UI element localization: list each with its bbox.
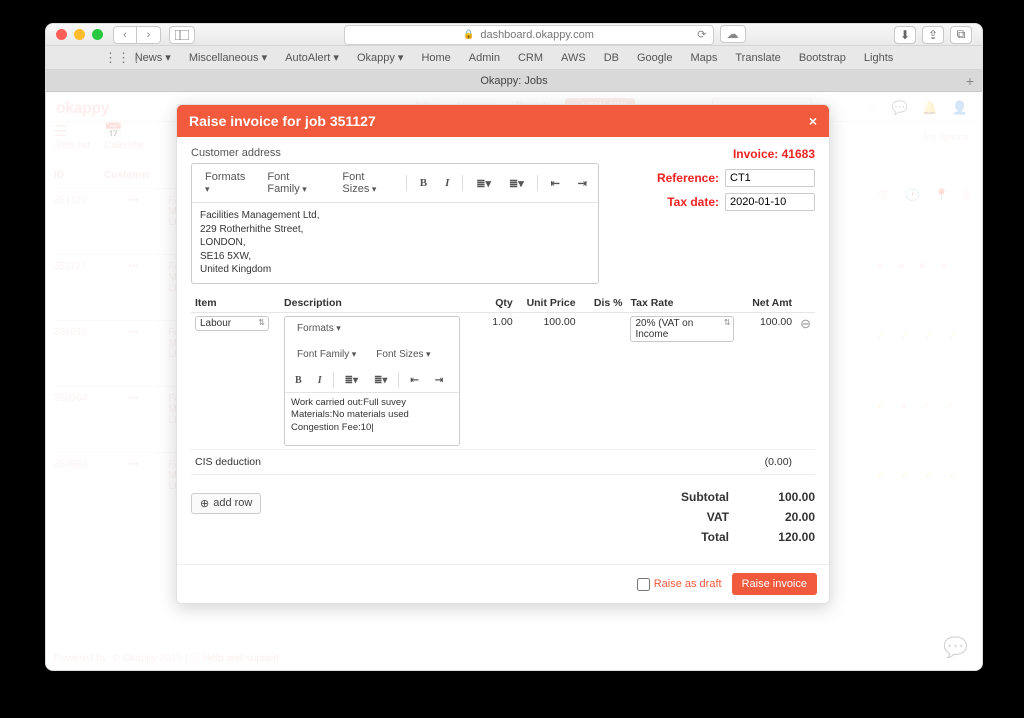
bookmark-item[interactable]: Miscellaneous ▾	[189, 51, 267, 64]
raise-invoice-button[interactable]: Raise invoice	[732, 573, 817, 595]
raise-invoice-modal: Raise invoice for job 351127 × Customer …	[176, 104, 830, 604]
forward-button[interactable]: ›	[137, 26, 161, 44]
col-qty: Qty	[464, 294, 517, 313]
col-net: Net Amt	[738, 294, 796, 313]
price-cell[interactable]: 100.00	[517, 312, 580, 449]
fontfamily-dropdown[interactable]: Font Family	[260, 168, 327, 198]
tab-bar: Okappy: Jobs +	[46, 70, 982, 92]
number-list-icon[interactable]: ≣▾	[504, 174, 529, 193]
bookmark-item[interactable]: Home	[421, 52, 450, 64]
tabs-icon[interactable]: ⧉	[950, 26, 972, 44]
reload-icon[interactable]: ⟳	[697, 28, 706, 41]
bullet-list-icon[interactable]: ≣▾	[471, 174, 496, 193]
dis-cell[interactable]	[580, 312, 627, 449]
totals-block: Subtotal100.00 VAT20.00 Total120.00	[669, 487, 815, 547]
tab-title[interactable]: Okappy: Jobs	[480, 75, 547, 87]
net-cell: 100.00	[738, 312, 796, 449]
draft-checkbox-input[interactable]	[637, 578, 650, 591]
invoice-number: Invoice: 41683	[615, 147, 815, 161]
raise-as-draft-checkbox[interactable]: Raise as draft	[637, 578, 722, 591]
url-bar[interactable]: 🔒 dashboard.okappy.com ⟳	[344, 25, 714, 45]
desc-fontsize-dropdown[interactable]: Font Sizes	[369, 346, 437, 363]
bookmark-item[interactable]: Translate	[735, 52, 780, 64]
cis-row: CIS deduction (0.00)	[191, 449, 815, 474]
add-row-button[interactable]: ⊕ add row	[191, 493, 261, 514]
desc-indent-icon[interactable]: ⇥	[430, 372, 448, 389]
desc-number-icon[interactable]: ≣▾	[369, 372, 392, 389]
page-content: okappy Jobs Invoices Reports + NEW JOB ⇧…	[46, 92, 982, 670]
modal-header: Raise invoice for job 351127 ×	[177, 105, 829, 137]
formats-dropdown[interactable]: Formats	[198, 168, 252, 198]
close-window-icon[interactable]	[56, 29, 67, 40]
sidebar-toggle-icon[interactable]	[169, 26, 195, 44]
taxdate-input[interactable]	[725, 193, 815, 211]
titlebar: ‹ › 🔒 dashboard.okappy.com ⟳ ☁ ⬇ ⇪ ⧉	[46, 24, 982, 46]
toolbar-right: ⬇ ⇪ ⧉	[894, 26, 972, 44]
item-select[interactable]: Labour	[195, 316, 269, 331]
downloads-icon[interactable]: ⬇	[894, 26, 916, 44]
outdent-icon[interactable]: ⇤	[546, 174, 565, 193]
maximize-window-icon[interactable]	[92, 29, 103, 40]
bookmark-item[interactable]: Okappy ▾	[357, 51, 404, 64]
address-textarea[interactable]: Facilities Management Ltd, 229 Rotherhit…	[192, 203, 598, 283]
delete-row-icon[interactable]: ⊖	[800, 316, 811, 331]
desc-bullet-icon[interactable]: ≣▾	[340, 372, 363, 389]
desc-fontfam-dropdown[interactable]: Font Family	[290, 346, 363, 363]
taxdate-label: Tax date:	[667, 195, 719, 209]
desc-italic-icon[interactable]: I	[313, 372, 327, 389]
col-dis: Dis %	[580, 294, 627, 313]
share-icon[interactable]: ⇪	[922, 26, 944, 44]
italic-icon[interactable]: I	[440, 174, 454, 192]
indent-icon[interactable]: ⇥	[573, 174, 592, 193]
new-tab-icon[interactable]: +	[966, 73, 974, 89]
cloud-icon[interactable]: ☁	[720, 25, 746, 43]
address-label: Customer address	[191, 147, 599, 159]
modal-footer: Raise as draft Raise invoice	[177, 564, 829, 603]
address-toolbar: Formats Font Family Font Sizes B I ≣▾ ≣▾	[192, 164, 598, 203]
bookmark-item[interactable]: AWS	[561, 52, 586, 64]
description-textarea[interactable]: Work carried out:Full suvey Materials:No…	[285, 393, 459, 445]
bookmark-item[interactable]: CRM	[518, 52, 543, 64]
bookmark-item[interactable]: AutoAlert ▾	[285, 51, 339, 64]
reference-input[interactable]	[725, 169, 815, 187]
plus-circle-icon: ⊕	[200, 497, 209, 510]
col-item: Item	[191, 294, 280, 313]
cis-value: (0.00)	[738, 449, 796, 474]
qty-cell[interactable]: 1.00	[464, 312, 517, 449]
bookmark-item[interactable]: DB	[604, 52, 619, 64]
bookmark-item[interactable]: Maps	[690, 52, 717, 64]
bookmark-item[interactable]: Lights	[864, 52, 893, 64]
tax-select[interactable]: 20% (VAT on Income	[630, 316, 734, 342]
desc-outdent-icon[interactable]: ⇤	[405, 372, 423, 389]
panel-icon	[175, 30, 189, 40]
bookmarks-bar: ⋮⋮⋮ News ▾ Miscellaneous ▾ AutoAlert ▾ O…	[46, 46, 982, 70]
apps-grid-icon[interactable]: ⋮⋮⋮	[104, 50, 143, 66]
fontsize-dropdown[interactable]: Font Sizes	[335, 168, 398, 198]
back-button[interactable]: ‹	[113, 26, 137, 44]
col-tax: Tax Rate	[626, 294, 738, 313]
bookmark-item[interactable]: Bootstrap	[799, 52, 846, 64]
traffic-lights	[56, 29, 103, 40]
modal-title: Raise invoice for job 351127	[189, 113, 376, 129]
bookmark-item[interactable]: Admin	[469, 52, 500, 64]
desc-formats-dropdown[interactable]: Formats	[290, 320, 348, 337]
line-item-row: Labour Formats Font Family Font Sizes	[191, 312, 815, 449]
cis-label: CIS deduction	[191, 449, 738, 474]
col-price: Unit Price	[517, 294, 580, 313]
description-editor: Formats Font Family Font Sizes B I	[284, 316, 460, 446]
bookmark-item[interactable]: Google	[637, 52, 672, 64]
modal-body: Customer address Formats Font Family Fon…	[177, 137, 829, 564]
lock-icon: 🔒	[463, 29, 474, 40]
address-editor: Formats Font Family Font Sizes B I ≣▾ ≣▾	[191, 163, 599, 284]
url-text: dashboard.okappy.com	[480, 29, 594, 41]
close-icon[interactable]: ×	[809, 113, 817, 129]
desc-bold-icon[interactable]: B	[290, 372, 307, 389]
nav-buttons: ‹ ›	[113, 26, 161, 44]
browser-window: ‹ › 🔒 dashboard.okappy.com ⟳ ☁ ⬇ ⇪ ⧉ ⋮⋮⋮…	[46, 24, 982, 670]
bold-icon[interactable]: B	[415, 174, 432, 192]
col-desc: Description	[280, 294, 464, 313]
line-items-table: Item Description Qty Unit Price Dis % Ta…	[191, 294, 815, 475]
minimize-window-icon[interactable]	[74, 29, 85, 40]
reference-label: Reference:	[657, 171, 719, 185]
